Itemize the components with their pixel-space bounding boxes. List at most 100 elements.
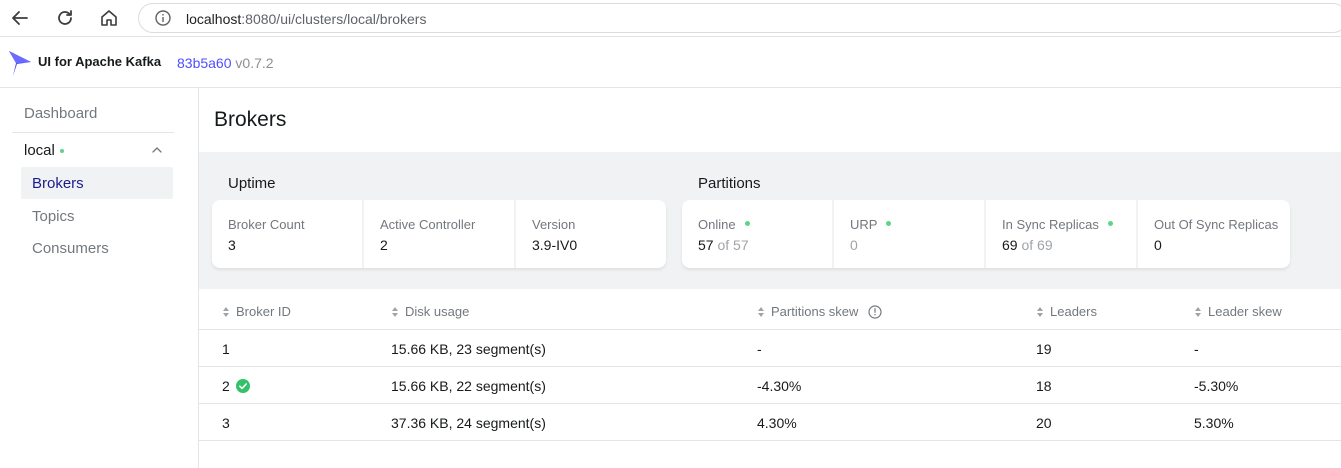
sidebar-divider — [12, 132, 174, 133]
kafka-ui-logo-icon[interactable] — [8, 49, 32, 77]
disk-usage-cell: 15.66 KB, 23 segment(s) — [391, 341, 546, 357]
controller-check-icon — [235, 379, 250, 393]
uptime-cards: Broker Count 3 Active Controller 2 Versi… — [212, 200, 666, 268]
sort-icon — [758, 306, 764, 317]
column-header-broker-id[interactable]: Broker ID — [222, 304, 291, 319]
column-header-leader-skew[interactable]: Leader skew — [1194, 304, 1282, 319]
in-sync-replicas-label: In Sync Replicas — [1002, 217, 1113, 232]
table-header: Broker ID Disk usage Partitions skew Lea… — [199, 293, 1341, 330]
broker-count-card: Broker Count 3 — [212, 200, 364, 268]
urp-label: URP — [850, 217, 892, 232]
metrics-panel: Uptime Broker Count 3 Active Controller … — [199, 152, 1341, 289]
out-of-sync-replicas-value: 0 — [1154, 237, 1162, 253]
status-ok-dot — [886, 221, 892, 227]
partitions-skew-cell: -4.30% — [757, 378, 802, 394]
broker-id-cell[interactable]: 1 — [222, 341, 230, 357]
version-label: v0.7.2 — [235, 55, 274, 71]
online-card: Online 57 of 57 — [682, 200, 834, 268]
disk-usage-cell: 15.66 KB, 22 segment(s) — [391, 378, 546, 394]
out-of-sync-replicas-card: Out Of Sync Replicas 0 — [1138, 200, 1290, 268]
commit-hash-link[interactable]: 83b5a60 — [177, 55, 232, 71]
partitions-section-label: Partitions — [698, 175, 761, 192]
table-row[interactable]: 1 15.66 KB, 23 segment(s) - 19 - — [199, 330, 1341, 367]
active-controller-card: Active Controller 2 — [364, 200, 516, 268]
leader-skew-cell: -5.30% — [1194, 378, 1239, 394]
reload-button[interactable] — [53, 6, 77, 30]
urp-value: 0 — [850, 237, 858, 253]
urp-label-text: URP — [850, 217, 878, 232]
online-total: of 57 — [717, 237, 749, 253]
partitions-skew-cell: 4.30% — [757, 415, 797, 431]
sidebar-item-brokers[interactable]: Brokers — [21, 167, 173, 199]
table-row[interactable]: 3 37.36 KB, 24 segment(s) 4.30% 20 5.30% — [199, 404, 1341, 441]
url-path: :8080/ui/clusters/local/brokers — [241, 11, 427, 27]
chevron-up-icon[interactable] — [151, 144, 163, 156]
home-button[interactable] — [97, 6, 121, 30]
version-label: Version — [532, 217, 576, 232]
status-ok-dot — [1107, 221, 1113, 227]
isr-count: 69 — [1002, 237, 1018, 253]
online-value: 57 of 57 — [698, 237, 749, 253]
sidebar: Dashboard local Brokers Topics Consumers — [0, 88, 199, 468]
status-ok-dot — [744, 221, 750, 227]
column-label: Disk usage — [405, 304, 470, 319]
online-label: Online — [698, 217, 750, 232]
sidebar-item-dashboard[interactable]: Dashboard — [24, 105, 97, 122]
column-header-partitions-skew[interactable]: Partitions skew — [757, 304, 883, 319]
online-count: 57 — [698, 237, 714, 253]
version-info: 83b5a60 v0.7.2 — [177, 55, 274, 71]
column-label: Leaders — [1050, 304, 1097, 319]
in-sync-replicas-value: 69 of 69 — [1002, 237, 1053, 253]
column-label: Leader skew — [1208, 304, 1282, 319]
isr-total: of 69 — [1021, 237, 1053, 253]
sidebar-item-consumers[interactable]: Consumers — [32, 240, 109, 257]
disk-usage-cell: 37.36 KB, 24 segment(s) — [391, 415, 546, 431]
app-header: UI for Apache Kafka 83b5a60 v0.7.2 — [0, 37, 1341, 88]
leader-skew-cell: - — [1194, 341, 1199, 357]
column-label: Partitions skew — [771, 304, 859, 319]
sort-icon — [1037, 306, 1043, 317]
leaders-cell: 18 — [1036, 378, 1052, 394]
reload-icon — [58, 10, 72, 25]
sort-icon — [1195, 306, 1201, 317]
partitions-skew-cell: - — [757, 341, 762, 357]
out-of-sync-replicas-label: Out Of Sync Replicas — [1154, 217, 1279, 232]
broker-count-value: 3 — [228, 237, 236, 253]
active-controller-label: Active Controller — [380, 217, 476, 232]
app-title[interactable]: UI for Apache Kafka — [38, 54, 161, 69]
back-button[interactable] — [8, 6, 32, 30]
column-label: Broker ID — [236, 304, 291, 319]
leader-skew-cell: 5.30% — [1194, 415, 1234, 431]
version-value: 3.9-IV0 — [532, 237, 578, 253]
broker-id-cell[interactable]: 2 — [222, 378, 250, 394]
home-icon — [101, 10, 117, 26]
isr-label-text: In Sync Replicas — [1002, 217, 1099, 232]
brokers-table: Broker ID Disk usage Partitions skew Lea… — [199, 293, 1341, 441]
active-controller-value: 2 — [380, 237, 388, 253]
column-header-disk-usage[interactable]: Disk usage — [391, 304, 469, 319]
in-sync-replicas-card: In Sync Replicas 69 of 69 — [986, 200, 1138, 268]
cluster-status-dot — [60, 149, 64, 153]
info-icon[interactable] — [868, 304, 883, 319]
sidebar-item-topics[interactable]: Topics — [32, 208, 75, 225]
sidebar-item-label: Brokers — [32, 175, 84, 192]
browser-toolbar: localhost:8080/ui/clusters/local/brokers — [0, 0, 1341, 37]
info-icon[interactable] — [155, 10, 171, 26]
broker-count-label: Broker Count — [228, 217, 305, 232]
version-card: Version 3.9-IV0 — [516, 200, 666, 268]
urp-count: 0 — [850, 237, 858, 253]
table-row[interactable]: 2 15.66 KB, 22 segment(s) -4.30% 18 -5.3… — [199, 367, 1341, 404]
broker-id-text: 2 — [222, 378, 230, 394]
sort-icon — [392, 306, 398, 317]
url-host: localhost — [186, 11, 242, 27]
leaders-cell: 20 — [1036, 415, 1052, 431]
url-text: localhost:8080/ui/clusters/local/brokers — [186, 11, 426, 27]
page-title: Brokers — [214, 108, 287, 131]
sort-icon — [223, 306, 229, 317]
address-bar[interactable]: localhost:8080/ui/clusters/local/brokers — [138, 3, 1341, 33]
urp-card: URP 0 — [834, 200, 986, 268]
broker-id-cell[interactable]: 3 — [222, 415, 230, 431]
sidebar-cluster-local[interactable]: local — [24, 142, 55, 159]
partitions-cards: Online 57 of 57 URP 0 In Sync Replicas 6… — [682, 200, 1290, 268]
column-header-leaders[interactable]: Leaders — [1036, 304, 1097, 319]
